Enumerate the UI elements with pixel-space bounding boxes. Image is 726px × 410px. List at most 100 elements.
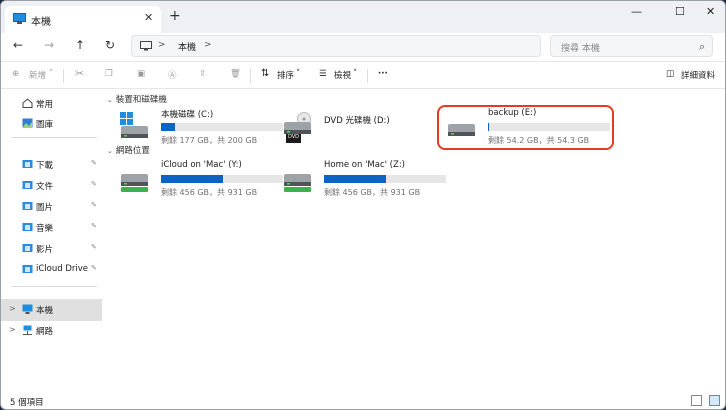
file-explorer-window: 本機 ✕ + — ☐ ✕ ← → ↑ ↻ > 本機 > 搜尋 本機 ⌕ ⊕ 新增… [0, 0, 726, 410]
folder-icon [22, 222, 33, 235]
folder-icon [22, 201, 33, 214]
sidebar-item-downloads[interactable]: 下載 ✎ [1, 156, 102, 174]
refresh-button[interactable]: ↻ [105, 38, 115, 52]
capacity-bar [324, 175, 446, 183]
network-icon [22, 325, 33, 338]
more-options-button[interactable]: ··· [378, 69, 388, 79]
folder-icon [22, 159, 33, 172]
sidebar-item-this-pc[interactable]: > 本機 [1, 299, 102, 321]
sidebar-item-label: 網路 [36, 327, 54, 337]
sidebar-item-documents[interactable]: 文件 ✎ [1, 177, 102, 195]
pin-icon: ✎ [91, 222, 97, 230]
sidebar-item-music[interactable]: 音樂 ✎ [1, 219, 102, 237]
back-button[interactable]: ← [13, 38, 23, 52]
details-view-icon[interactable] [691, 395, 702, 406]
pin-icon: ✎ [91, 243, 97, 251]
drive-name: DVD 光碟機 (D:) [324, 116, 390, 126]
sidebar-item-label: 下載 [36, 161, 54, 171]
search-placeholder: 搜尋 本機 [561, 44, 600, 54]
sidebar-item-label: 圖片 [36, 203, 54, 213]
toolbar-divider [63, 69, 64, 83]
drive-z[interactable]: Home on 'Mac' (Z:) 剩餘 456 GB，共 931 GB [277, 158, 446, 202]
capacity-bar [161, 123, 283, 131]
paste-icon[interactable]: ▣ [137, 69, 145, 79]
capacity-fill [161, 175, 224, 183]
cut-icon[interactable]: ✂ [75, 67, 84, 80]
sort-button[interactable]: 排序 [277, 69, 294, 81]
sidebar-item-icloud-drive[interactable]: iCloud Drive (M ✎ [1, 261, 102, 279]
content-pane: ⌄ 裝置和磁碟機 本機磁碟 (C:) 剩餘 177 GB，共 200 GB DV… [102, 90, 725, 392]
pc-icon [13, 13, 26, 27]
item-count: 5 個項目 [10, 398, 44, 408]
tab-title: 本機 [31, 17, 51, 28]
breadcrumb-chevron[interactable]: > [158, 40, 166, 50]
pin-icon: ✎ [91, 201, 97, 209]
drive-d[interactable]: DVD DVD 光碟機 (D:) [277, 106, 442, 150]
sort-icon[interactable]: ⇅ [261, 68, 269, 79]
sidebar-item-label: 文件 [36, 182, 54, 192]
new-chevron-icon[interactable]: ˅ [49, 69, 53, 79]
pin-icon: ✎ [91, 264, 97, 272]
sidebar-divider [11, 137, 97, 138]
tab-this-pc[interactable]: 本機 ✕ [5, 6, 161, 33]
view-button[interactable]: 檢視 [334, 69, 351, 81]
folder-icon [22, 243, 33, 256]
new-button[interactable]: 新增 [29, 69, 46, 81]
capacity-bar [161, 175, 283, 183]
pc-icon [22, 304, 33, 317]
up-button[interactable]: ↑ [75, 38, 85, 52]
close-button[interactable]: ✕ [706, 5, 715, 18]
sidebar-item-label: 影片 [36, 245, 54, 255]
view-chevron-icon[interactable]: ˅ [353, 69, 357, 79]
sidebar-item-videos[interactable]: 影片 ✎ [1, 240, 102, 258]
monitor-icon [140, 41, 152, 54]
expand-chevron-icon[interactable]: > [9, 325, 16, 334]
gallery-icon [22, 118, 33, 131]
tiles-view-icon[interactable] [709, 395, 720, 406]
expand-chevron-icon[interactable]: > [9, 304, 16, 313]
share-icon[interactable]: ⇪ [199, 69, 206, 79]
network-drive-icon [283, 164, 313, 194]
sidebar-item-label: iCloud Drive (M [36, 264, 89, 274]
drive-capacity: 剩餘 456 GB，共 931 GB [161, 188, 258, 197]
sidebar-item-network[interactable]: > 網路 [1, 322, 102, 340]
pin-icon: ✎ [91, 159, 97, 167]
copy-icon[interactable]: ❐ [105, 69, 113, 79]
details-pane-icon[interactable]: ◫ [666, 69, 674, 79]
dvd-drive-icon: DVD [283, 112, 313, 143]
view-icon[interactable]: ☰ [319, 69, 327, 79]
minimize-button[interactable]: — [631, 5, 642, 18]
group-header-devices[interactable]: ⌄ 裝置和磁碟機 [107, 93, 167, 105]
maximize-button[interactable]: ☐ [675, 5, 685, 18]
new-tab-button[interactable]: + [169, 8, 181, 24]
drive-y[interactable]: iCloud on 'Mac' (Y:) 剩餘 456 GB，共 931 GB [114, 158, 283, 202]
breadcrumb-this-pc[interactable]: 本機 [178, 40, 196, 53]
delete-icon[interactable]: 🗑 [230, 69, 241, 79]
capacity-fill [161, 123, 176, 131]
search-box[interactable]: 搜尋 本機 ⌕ [550, 35, 713, 57]
sidebar-divider [11, 286, 97, 287]
sort-chevron-icon[interactable]: ˅ [296, 69, 300, 79]
capacity-fill [324, 175, 387, 183]
sidebar-item-home[interactable]: 常用 [1, 95, 102, 113]
collapse-chevron-icon: ⌄ [107, 96, 113, 104]
tab-close-icon[interactable]: ✕ [144, 11, 153, 24]
drive-name: 本機磁碟 (C:) [161, 110, 214, 120]
folder-icon [22, 264, 33, 277]
sidebar-item-pictures[interactable]: 圖片 ✎ [1, 198, 102, 216]
rename-icon[interactable]: Ⓐ [168, 69, 177, 81]
collapse-chevron-icon: ⌄ [107, 147, 113, 155]
breadcrumb-chevron-2[interactable]: > [204, 40, 212, 50]
sidebar-item-label: 圖庫 [36, 120, 54, 130]
sidebar-item-gallery[interactable]: 圖庫 [1, 115, 102, 133]
forward-button[interactable]: → [44, 38, 54, 52]
sidebar-item-label: 本機 [36, 306, 54, 316]
new-plus-icon: ⊕ [12, 69, 20, 79]
details-button[interactable]: 詳細資料 [681, 69, 715, 81]
path-box[interactable]: > 本機 > [131, 35, 541, 57]
group-header-network[interactable]: ⌄ 網路位置 [107, 144, 150, 156]
drive-capacity: 剩餘 177 GB，共 200 GB [161, 136, 258, 145]
navigation-pane: 常用 圖庫 下載 ✎ 文件 ✎ 圖片 ✎ 音樂 ✎ 影片 ✎ iCloud Dr… [1, 90, 102, 392]
sidebar-item-label: 常用 [36, 100, 54, 110]
home-icon [22, 98, 33, 111]
